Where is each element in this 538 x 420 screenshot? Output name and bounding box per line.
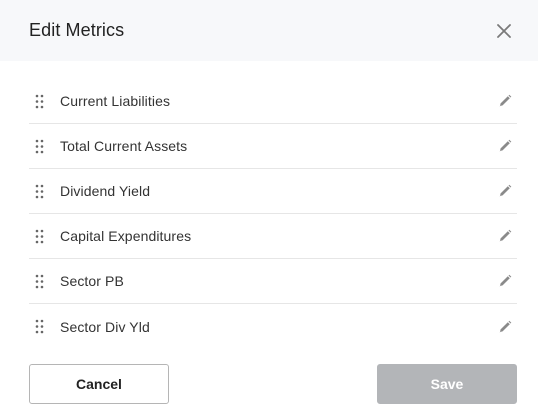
pencil-icon [499, 184, 512, 197]
metric-label: Capital Expenditures [60, 228, 192, 244]
drag-handle-icon [35, 319, 43, 334]
drag-handle-icon [35, 229, 43, 243]
drag-handle-icon [35, 274, 43, 288]
dialog-header: Edit Metrics [0, 0, 538, 61]
metric-row: Total Current Assets [29, 124, 517, 169]
drag-handle[interactable] [34, 273, 44, 289]
edit-metrics-dialog: Edit Metrics Current Liabilities Total C… [0, 0, 538, 420]
drag-handle[interactable] [34, 319, 44, 335]
pencil-icon [499, 229, 512, 242]
edit-metric-button[interactable] [496, 182, 514, 200]
drag-handle[interactable] [34, 93, 44, 109]
metric-row: Current Liabilities [29, 79, 517, 124]
close-button[interactable] [494, 21, 514, 41]
edit-metric-button[interactable] [496, 318, 514, 336]
pencil-icon [499, 139, 512, 152]
pencil-icon [499, 320, 512, 332]
edit-metric-button[interactable] [496, 92, 514, 110]
drag-handle[interactable] [34, 183, 44, 199]
save-button[interactable]: Save [377, 364, 517, 404]
metric-label: Total Current Assets [60, 138, 188, 154]
metric-list: Current Liabilities Total Current Assets [29, 79, 517, 349]
drag-handle[interactable] [34, 138, 44, 154]
edit-metric-button[interactable] [496, 137, 514, 155]
close-icon [497, 23, 511, 38]
metric-label: Current Liabilities [60, 93, 171, 109]
pencil-icon [499, 94, 512, 107]
drag-handle-icon [35, 94, 43, 108]
metric-row: Dividend Yield [29, 169, 517, 214]
metric-row: Capital Expenditures [29, 214, 517, 259]
cancel-button[interactable]: Cancel [29, 364, 169, 404]
edit-metric-button[interactable] [496, 227, 514, 245]
metric-label: Dividend Yield [60, 183, 151, 199]
dialog-footer: Cancel Save [29, 364, 517, 404]
drag-handle[interactable] [34, 228, 44, 244]
metric-row: Sector Div Yld [29, 304, 517, 349]
drag-handle-icon [35, 139, 43, 153]
edit-metric-button[interactable] [496, 272, 514, 290]
drag-handle-icon [35, 184, 43, 198]
metric-label: Sector Div Yld [60, 318, 150, 335]
dialog-title: Edit Metrics [29, 20, 125, 40]
metric-label: Sector PB [60, 273, 124, 289]
pencil-icon [499, 274, 512, 287]
metric-row: Sector PB [29, 259, 517, 304]
